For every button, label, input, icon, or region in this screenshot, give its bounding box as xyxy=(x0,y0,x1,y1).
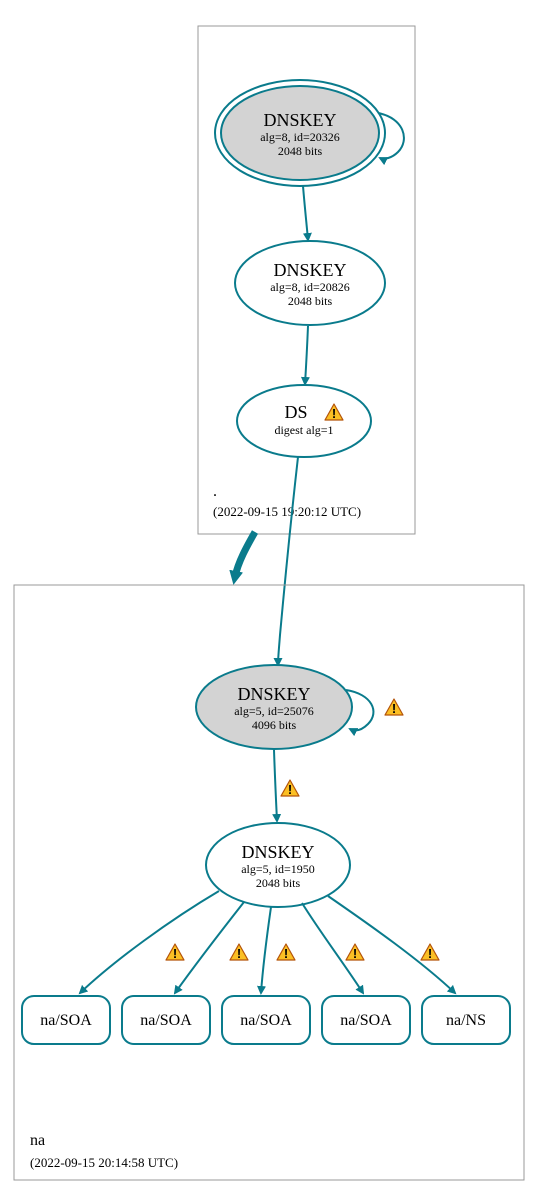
edge-root-zsk-to-ds xyxy=(305,326,308,384)
zone-root-label: . xyxy=(213,483,217,500)
root-ksk-title: DNSKEY xyxy=(263,110,336,130)
edge-zsk-leaf3 xyxy=(261,907,271,993)
leaf-label: na/SOA xyxy=(40,1012,92,1029)
leaf-na-ns: na/NS xyxy=(422,996,510,1044)
root-zsk-bits: 2048 bits xyxy=(288,294,333,308)
leaf-na-soa-1: na/SOA xyxy=(22,996,110,1044)
leaf-label: na/NS xyxy=(446,1012,486,1029)
edge-zsk-leaf5 xyxy=(328,896,455,993)
warning-icon xyxy=(421,944,439,961)
warning-icon xyxy=(346,944,364,961)
node-root-ksk: DNSKEY alg=8, id=20326 2048 bits xyxy=(215,80,385,186)
zone-na-time: (2022-09-15 20:14:58 UTC) xyxy=(30,1155,178,1170)
edge-ds-to-na-ksk xyxy=(278,457,298,665)
ds-title: DS xyxy=(284,402,307,422)
warning-icon xyxy=(281,780,299,797)
node-na-ksk: DNSKEY alg=5, id=25076 4096 bits xyxy=(196,665,352,749)
leaf-label: na/SOA xyxy=(240,1012,292,1029)
edge-na-ksk-to-zsk xyxy=(274,750,277,821)
leaf-label: na/SOA xyxy=(140,1012,192,1029)
edge-zsk-leaf2 xyxy=(175,902,244,993)
root-zsk-title: DNSKEY xyxy=(273,260,346,280)
warning-icon xyxy=(277,944,295,961)
na-ksk-bits: 4096 bits xyxy=(252,718,297,732)
na-zsk-bits: 2048 bits xyxy=(256,876,301,890)
leaf-na-soa-3: na/SOA xyxy=(222,996,310,1044)
node-ds: DS digest alg=1 xyxy=(237,385,371,457)
zone-na-label: na xyxy=(30,1132,45,1149)
root-zsk-alg: alg=8, id=20826 xyxy=(270,280,350,294)
warning-icon xyxy=(166,944,184,961)
leaf-na-soa-2: na/SOA xyxy=(122,996,210,1044)
warning-icon xyxy=(385,699,403,716)
edge-root-ksk-to-zsk xyxy=(303,186,308,240)
edge-zsk-leaf1 xyxy=(80,891,219,993)
warning-icon xyxy=(230,944,248,961)
root-ksk-bits: 2048 bits xyxy=(278,144,323,158)
root-ksk-alg: alg=8, id=20326 xyxy=(260,130,340,144)
leaf-label: na/SOA xyxy=(340,1012,392,1029)
ds-alg: digest alg=1 xyxy=(274,423,333,437)
node-na-zsk: DNSKEY alg=5, id=1950 2048 bits xyxy=(206,823,350,907)
na-zsk-alg: alg=5, id=1950 xyxy=(241,862,315,876)
zone-root-time: (2022-09-15 19:20:12 UTC) xyxy=(213,504,361,519)
node-root-zsk: DNSKEY alg=8, id=20826 2048 bits xyxy=(235,241,385,325)
na-ksk-alg: alg=5, id=25076 xyxy=(234,704,314,718)
edge-zone-root-to-na xyxy=(235,532,255,577)
leaf-na-soa-4: na/SOA xyxy=(322,996,410,1044)
na-ksk-title: DNSKEY xyxy=(237,684,310,704)
na-zsk-title: DNSKEY xyxy=(241,842,314,862)
